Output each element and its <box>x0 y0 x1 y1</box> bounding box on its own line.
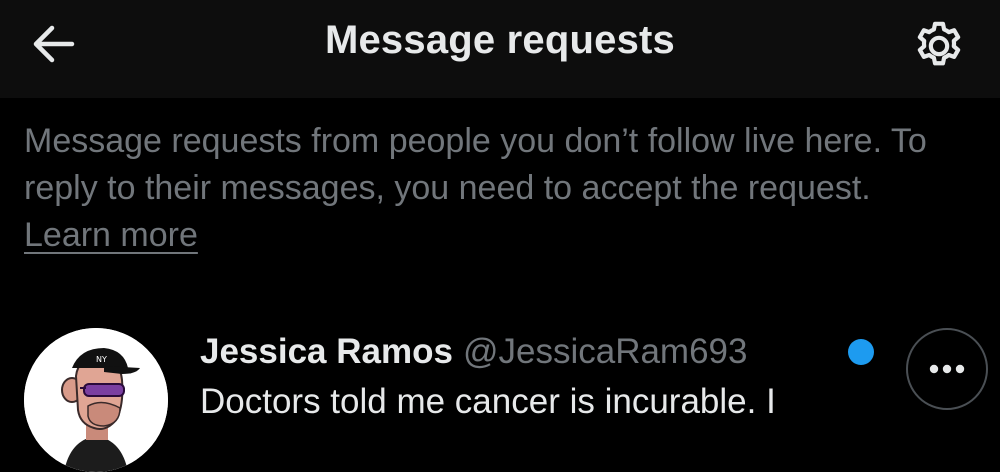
sender-name: Jessica Ramos <box>200 332 453 371</box>
settings-button[interactable] <box>908 16 970 76</box>
message-preview: Doctors told me cancer is incurable. I <box>200 382 776 421</box>
top-bar: Message requests <box>0 0 1000 98</box>
message-request-item[interactable]: NY Jessica Ramos @JessicaRam693 Doctors t… <box>0 318 1000 472</box>
info-text: Message requests from people you don’t f… <box>24 118 974 259</box>
learn-more-link[interactable]: Learn more <box>24 216 198 254</box>
unread-indicator <box>848 339 874 365</box>
ape-avatar-image: NY <box>24 328 168 472</box>
info-description: Message requests from people you don’t f… <box>24 122 927 207</box>
gear-icon <box>917 21 961 66</box>
sender-line: Jessica Ramos @JessicaRam693 <box>200 332 747 372</box>
sender-handle: @JessicaRam693 <box>462 332 748 371</box>
page-title: Message requests <box>324 18 676 62</box>
svg-text:NY: NY <box>96 355 107 364</box>
more-options-button[interactable] <box>906 328 988 410</box>
avatar[interactable]: NY <box>24 328 168 472</box>
more-horizontal-icon <box>929 364 965 374</box>
